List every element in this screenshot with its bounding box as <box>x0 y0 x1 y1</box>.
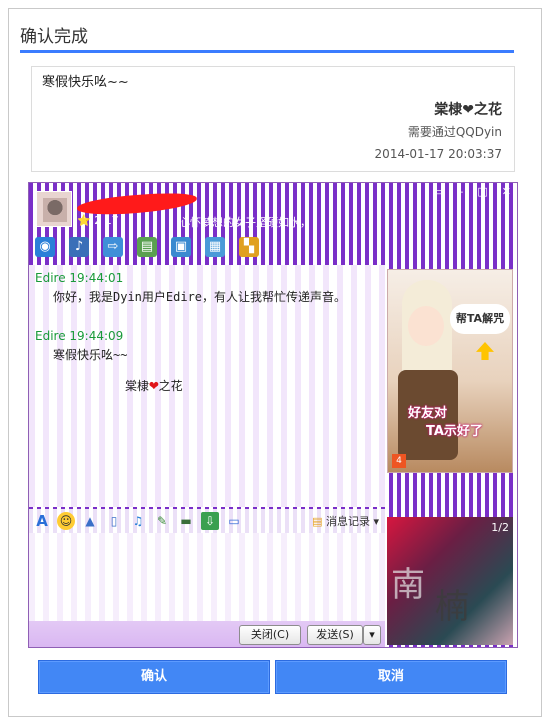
chat-history: Edire 19:44:01 你好，我是Dyin用户Edire，有人让我帮忙传递… <box>29 265 385 507</box>
qq-header: ⭐ 2 17 心怀梦想的女子坚硬如水， ▭ – □ ✕ ◉ ♪ ⇨ ▤ ▣ ▦ … <box>29 183 517 263</box>
dialog-title: 确认完成 <box>20 27 88 47</box>
arrow-up-icon <box>476 342 494 360</box>
photo-char-1: 南 <box>391 565 425 605</box>
voice-message-icon[interactable]: ♫ <box>129 512 147 530</box>
history-label: 消息记录 <box>325 515 370 528</box>
remote-icon: ▦ <box>205 237 225 257</box>
message-card: 寒假快乐吆~~ 棠棣❤之花 需要通过QQDyin 2014-01-17 20:0… <box>31 66 515 172</box>
app-icon: ▤ <box>137 237 157 257</box>
qq-chat-screenshot: ⭐ 2 17 心怀梦想的女子坚硬如水， ▭ – □ ✕ ◉ ♪ ⇨ ▤ ▣ ▦ … <box>28 182 518 648</box>
skin-icon: ▭ <box>433 185 444 198</box>
qq-toolbar-input: A ☺ ▲ ▯ ♫ ✎ ▬ ⇩ ▭ ▤ 消息记录 ▾ <box>29 509 385 533</box>
qq-signature: 心怀梦想的女子坚硬如水， <box>179 216 311 229</box>
message-history-button[interactable]: ▤ 消息记录 ▾ <box>312 513 379 529</box>
file-transfer-icon: ⇨ <box>103 237 123 257</box>
magic-icon[interactable]: ▲ <box>81 512 99 530</box>
message-input[interactable] <box>29 533 385 621</box>
cancel-button[interactable]: 取消 <box>275 660 507 694</box>
gift-icon[interactable]: ⇩ <box>201 512 219 530</box>
screenshot-icon[interactable]: ▭ <box>225 512 243 530</box>
chat-signature-before: 棠棣 <box>125 379 150 393</box>
ad-bubble: 帮TA解咒 <box>450 304 510 334</box>
ad-text-line2: TA示好了 <box>426 424 483 439</box>
window-controls: ▭ – □ ✕ <box>433 185 511 198</box>
chat-sender-2: Edire 19:44:09 <box>35 329 124 343</box>
chat-message-1: 你好，我是Dyin用户Edire，有人让我帮忙传递声音。 <box>53 290 347 304</box>
title-underline <box>20 50 514 53</box>
ad-text-line1: 好友对 <box>408 406 448 421</box>
message-time: 2014-01-17 20:03:37 <box>374 147 502 161</box>
edit-icon[interactable]: ✎ <box>153 512 171 530</box>
font-icon[interactable]: A <box>33 512 51 530</box>
ad-banner[interactable]: 帮TA解咒 好友对 TA示好了 4 <box>387 269 513 473</box>
chat-message-2: 寒假快乐吆~~ <box>53 348 128 362</box>
chat-sender-1: Edire 19:44:01 <box>35 271 124 285</box>
close-icon: ✕ <box>501 185 511 198</box>
ad-character-face <box>408 306 444 346</box>
minimize-icon: – <box>457 185 464 198</box>
photo-page-indicator: 1/2 <box>491 521 509 534</box>
message-text: 寒假快乐吆~~ <box>42 75 129 90</box>
chat-signature: 棠棣❤之花 <box>125 375 183 394</box>
apps-grid-icon: ▚ <box>239 237 259 257</box>
qq-send-options-button[interactable]: ▾ <box>363 625 381 645</box>
qq-close-button[interactable]: 关闭(C) <box>239 625 301 645</box>
profile-photo-panel[interactable]: 1/2 南 楠 <box>387 517 513 645</box>
vibrate-icon[interactable]: ▯ <box>105 512 123 530</box>
qq-badges: ⭐ 2 17 <box>77 214 119 227</box>
image-icon[interactable]: ▬ <box>177 512 195 530</box>
qq-toolbar-top: ◉ ♪ ⇨ ▤ ▣ ▦ ▚ <box>35 237 259 257</box>
history-icon: ▤ <box>312 515 323 528</box>
sender-via: 需要通过QQDyin <box>407 125 502 139</box>
confirm-button[interactable]: 确认 <box>38 660 270 694</box>
video-icon: ◉ <box>35 237 55 257</box>
sender-name: 棠棣❤之花 <box>434 102 502 118</box>
maximize-icon: □ <box>477 185 488 198</box>
mic-icon: ♪ <box>69 237 89 257</box>
screen-share-icon: ▣ <box>171 237 191 257</box>
heart-icon: ❤ <box>149 375 159 394</box>
emoji-icon[interactable]: ☺ <box>57 512 75 530</box>
avatar <box>36 191 72 227</box>
photo-char-2: 楠 <box>435 587 469 627</box>
qq-bottom-bar: 关闭(C) 发送(S) ▾ <box>29 621 385 647</box>
qq-send-button[interactable]: 发送(S) <box>307 625 363 645</box>
chat-signature-after: 之花 <box>158 379 183 393</box>
ad-badge-icon: 4 <box>392 454 406 468</box>
